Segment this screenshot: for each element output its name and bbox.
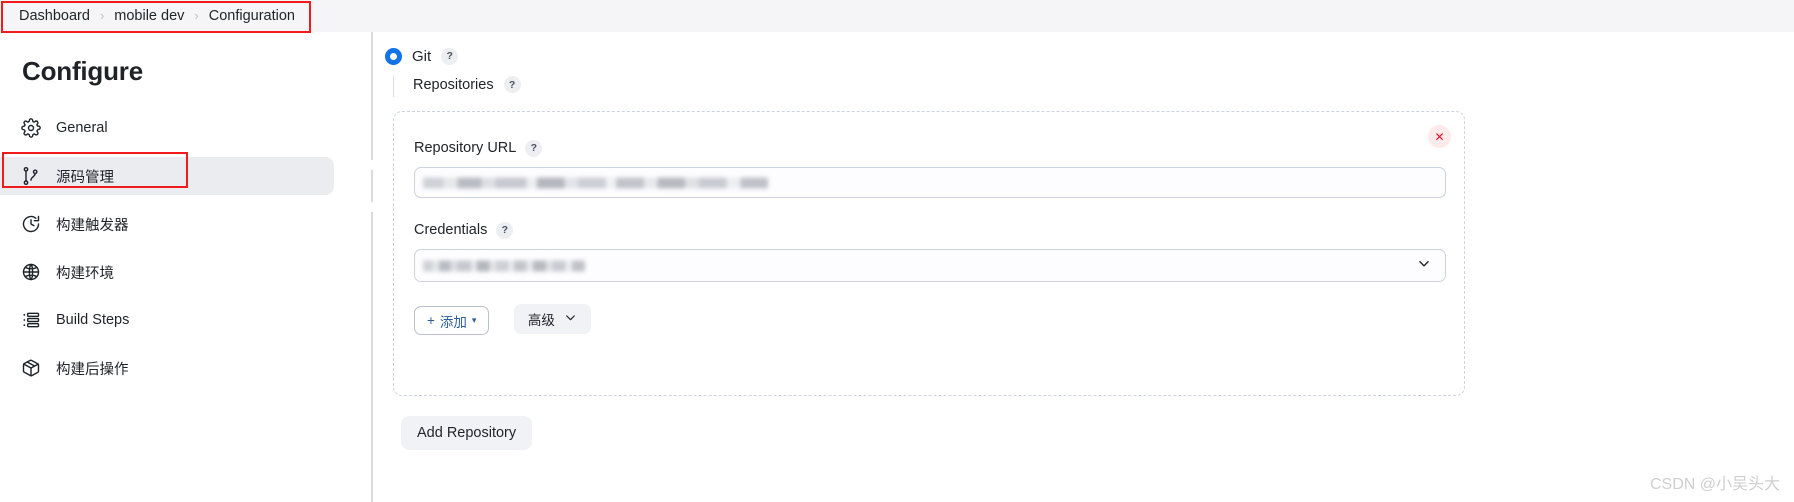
sidebar-item-general[interactable]: General: [0, 109, 334, 147]
globe-icon: [20, 261, 42, 283]
repositories-label: Repositories: [413, 76, 494, 93]
watermark: CSDN @小吴头大: [1649, 476, 1780, 493]
app-root: Dashboard › mobile dev › Configuration C…: [0, 0, 1794, 502]
help-icon-git[interactable]: ?: [441, 47, 459, 65]
credentials-label: Credentials: [414, 222, 488, 238]
package-icon: [20, 357, 42, 379]
sidebar-item-build-environment[interactable]: 构建环境: [0, 253, 334, 291]
sidebar-item-build-steps[interactable]: Build Steps: [0, 301, 334, 339]
help-icon-credentials[interactable]: ?: [496, 221, 514, 239]
list-icon: [20, 309, 42, 331]
breadcrumb-item-mobile-dev[interactable]: mobile dev: [105, 0, 193, 32]
caret-down-icon: ▾: [471, 315, 477, 325]
sidebar-item-label: 构建触发器: [56, 217, 129, 234]
help-icon-repositories[interactable]: ?: [503, 76, 521, 93]
help-icon-repository-url[interactable]: ?: [525, 139, 543, 157]
repositories-section-header: Repositories ?: [385, 76, 1794, 97]
breadcrumb: Dashboard › mobile dev › Configuration: [0, 0, 304, 32]
advanced-label: 高级: [527, 313, 555, 328]
git-branch-icon: [20, 165, 42, 187]
remove-repository-button[interactable]: ✕: [1428, 125, 1451, 148]
sidebar-item-build-triggers[interactable]: 构建触发器: [0, 205, 334, 243]
repository-url-label-row: Repository URL ?: [414, 138, 1444, 158]
page-title: Configure: [22, 56, 143, 86]
sidebar-item-label: 源码管理: [56, 169, 114, 186]
add-credential-label: 添加: [439, 314, 467, 330]
top-bar: Dashboard › mobile dev › Configuration: [0, 0, 1794, 32]
scm-option-git[interactable]: Git ?: [385, 44, 1794, 68]
sidebar-item-label: 构建环境: [56, 265, 114, 282]
add-repository-button[interactable]: Add Repository: [401, 416, 533, 450]
sidebar-item-label: 构建后操作: [56, 361, 129, 378]
sidebar: Configure General 源码管理 构建触发器 构建环境 Build …: [0, 32, 372, 502]
chevron-down-icon: [1417, 256, 1431, 275]
credentials-field: Credentials ?: [394, 198, 1464, 282]
advanced-button[interactable]: 高级: [513, 304, 591, 334]
credentials-select[interactable]: [414, 249, 1446, 282]
sidebar-nav: General 源码管理 构建触发器 构建环境 Build Steps 构建后操…: [0, 109, 372, 387]
repository-url-field: Repository URL ?: [394, 112, 1464, 198]
repository-card: ✕ Repository URL ? Credentials ? + 添加 ▾ …: [393, 111, 1465, 396]
main-content: Git ? Repositories ? ✕ Repository URL ?: [373, 32, 1794, 502]
sidebar-item-post-build-actions[interactable]: 构建后操作: [0, 349, 334, 387]
sidebar-item-label: Build Steps: [56, 312, 130, 328]
repository-url-label: Repository URL: [414, 140, 517, 156]
gear-icon: [20, 117, 42, 139]
sidebar-item-source-code-management[interactable]: 源码管理: [0, 157, 334, 195]
add-credential-button[interactable]: + 添加 ▾: [414, 306, 490, 335]
breadcrumb-item-dashboard[interactable]: Dashboard: [10, 0, 99, 32]
chevron-down-icon: [564, 311, 577, 327]
breadcrumb-item-configuration[interactable]: Configuration: [200, 0, 304, 32]
radio-git[interactable]: [385, 47, 402, 65]
clock-icon: [20, 213, 42, 235]
plus-icon: +: [427, 313, 435, 328]
repository-url-input[interactable]: [414, 167, 1446, 198]
sidebar-item-label: General: [56, 120, 108, 136]
scm-header: Git ? Repositories ? ✕ Repository URL ?: [373, 32, 1794, 450]
credentials-label-row: Credentials ?: [414, 220, 1444, 240]
scm-option-label: Git: [412, 47, 432, 65]
redacted-value: [423, 260, 585, 271]
redacted-value: [423, 177, 768, 188]
